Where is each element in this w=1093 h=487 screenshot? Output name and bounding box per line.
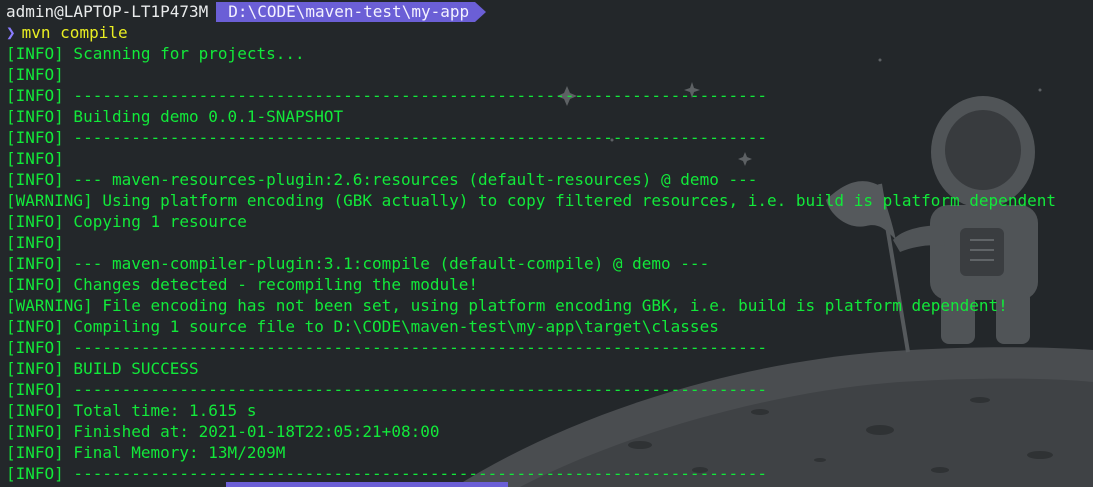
output-line: [INFO] bbox=[6, 65, 64, 84]
prompt-chevron-icon: ❯ bbox=[6, 23, 16, 42]
output-line: [INFO] ---------------------------------… bbox=[6, 338, 767, 357]
output-line: [INFO] --- maven-resources-plugin:2.6:re… bbox=[6, 170, 758, 189]
output-line: [INFO] Scanning for projects... bbox=[6, 44, 305, 63]
output-line: [INFO] Changes detected - recompiling th… bbox=[6, 275, 479, 294]
warning-line: [WARNING] File encoding has not been set… bbox=[6, 296, 1008, 315]
current-path: D:\CODE\maven-test\my-app bbox=[216, 1, 486, 22]
output-line: [INFO] Compiling 1 source file to D:\COD… bbox=[6, 317, 719, 336]
output-line: [INFO] Copying 1 resource bbox=[6, 212, 247, 231]
output-line: [INFO] bbox=[6, 149, 64, 168]
warning-line: [WARNING] Using platform encoding (GBK a… bbox=[6, 191, 1056, 210]
output-line: [INFO] --- maven-compiler-plugin:3.1:com… bbox=[6, 254, 710, 273]
output-line: [INFO] Finished at: 2021-01-18T22:05:21+… bbox=[6, 422, 440, 441]
build-status-line: [INFO] BUILD SUCCESS bbox=[6, 359, 199, 378]
output-line: [INFO] ---------------------------------… bbox=[6, 464, 767, 483]
terminal-window[interactable]: admin@LAPTOP-LT1P473M D:\CODE\maven-test… bbox=[0, 0, 1093, 487]
user-host: admin@LAPTOP-LT1P473M bbox=[6, 2, 209, 21]
next-prompt-path-segment bbox=[226, 482, 508, 487]
output-line: [INFO] ---------------------------------… bbox=[6, 380, 767, 399]
output-line: [INFO] Total time: 1.615 s bbox=[6, 401, 257, 420]
output-line: [INFO] Final Memory: 13M/209M bbox=[6, 443, 286, 462]
prompt-line: admin@LAPTOP-LT1P473M D:\CODE\maven-test… bbox=[6, 1, 1093, 22]
output-line: [INFO] ---------------------------------… bbox=[6, 128, 767, 147]
command-text: mvn compile bbox=[21, 23, 128, 42]
output-line: [INFO] ---------------------------------… bbox=[6, 86, 767, 105]
command-line: ❯ mvn compile bbox=[6, 22, 1093, 43]
output-line: [INFO] bbox=[6, 233, 64, 252]
terminal-output: admin@LAPTOP-LT1P473M D:\CODE\maven-test… bbox=[6, 1, 1093, 484]
output-line: [INFO] Building demo 0.0.1-SNAPSHOT bbox=[6, 107, 344, 126]
